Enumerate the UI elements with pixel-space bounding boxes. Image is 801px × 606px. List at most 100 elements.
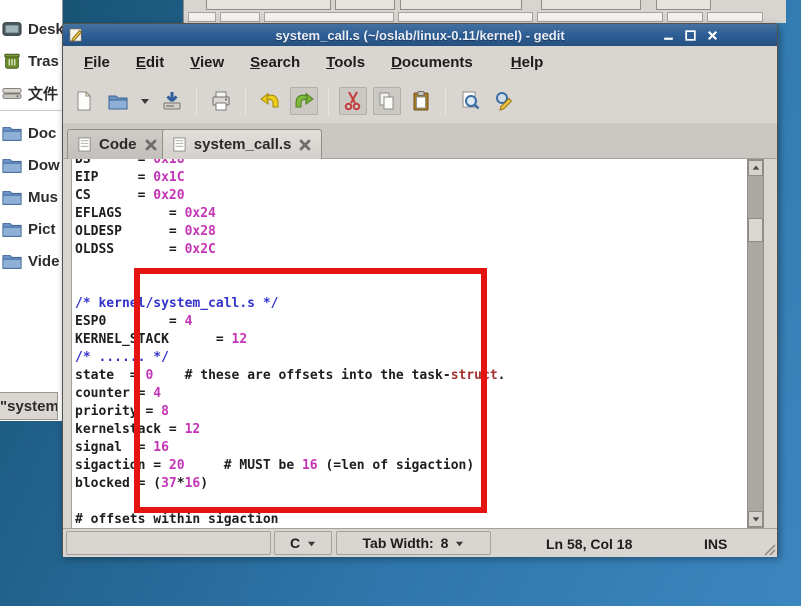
background-window-field <box>188 12 216 22</box>
undo-icon <box>259 90 281 112</box>
undo-button[interactable] <box>256 87 284 115</box>
sidebar-item-vide[interactable]: Vide <box>2 248 59 274</box>
code-line: signal = 16 <box>75 439 506 457</box>
sidebar-item-label: Doc <box>28 125 56 142</box>
scrollbar-thumb[interactable] <box>748 218 763 242</box>
copy-button[interactable] <box>373 87 401 115</box>
code-area: DS = 0x18EIP = 0x1CCS = 0x20EFLAGS = 0x2… <box>75 159 506 528</box>
find-icon <box>459 90 481 112</box>
code-line: /* ...... */ <box>75 349 506 367</box>
code-line <box>75 277 506 295</box>
menu-item-view[interactable]: View <box>177 52 237 73</box>
tab-width-selector[interactable]: Tab Width: 8 <box>336 531 491 555</box>
paste-button[interactable] <box>407 87 435 115</box>
background-window-button[interactable] <box>541 0 641 10</box>
open-folder-button[interactable] <box>104 87 132 115</box>
sidebar-item-文件[interactable]: 文件 <box>2 80 58 106</box>
maximize-button[interactable] <box>684 29 697 42</box>
tab-close-icon[interactable] <box>144 138 158 152</box>
code-line: blocked = (37*16) <box>75 475 506 493</box>
sidebar-item-doc[interactable]: Doc <box>2 120 56 146</box>
tab-close-icon[interactable] <box>298 138 312 152</box>
sidebar-item-dow[interactable]: Dow <box>2 152 60 178</box>
sidebar-item-label: Pict <box>28 221 56 238</box>
sidebar-item-pict[interactable]: Pict <box>2 216 56 242</box>
scroll-down-button[interactable] <box>748 511 763 527</box>
language-selector[interactable]: C <box>274 531 332 555</box>
sidebar-item-label: Vide <box>28 253 59 270</box>
menu-item-file[interactable]: File <box>71 52 123 73</box>
background-window-button[interactable] <box>400 0 522 10</box>
background-window-button[interactable] <box>206 0 331 10</box>
minimize-icon <box>662 29 675 42</box>
sidebar-separator <box>0 110 63 111</box>
sidebar-item-desk[interactable]: Desk <box>2 16 63 42</box>
sidebar-item-mus[interactable]: Mus <box>2 184 58 210</box>
code-line: sigaction = 20 # MUST be 16 (=len of sig… <box>75 457 506 475</box>
menu-item-search[interactable]: Search <box>237 52 313 73</box>
close-window-button[interactable] <box>706 29 719 42</box>
redo-button[interactable] <box>290 87 318 115</box>
text-editor[interactable]: DS = 0x18EIP = 0x1CCS = 0x20EFLAGS = 0x2… <box>71 159 747 528</box>
redo-icon <box>293 90 315 112</box>
toolbar-separator <box>245 88 246 115</box>
sidebar-item-label: Desk <box>28 21 63 38</box>
file-manager-status-text: "system <box>0 398 58 415</box>
find-replace-button[interactable] <box>490 87 518 115</box>
sidebar-item-label: 文件 <box>28 83 58 104</box>
tab-system-call-s[interactable]: system_call.s <box>162 129 323 159</box>
save-icon <box>161 90 183 112</box>
vertical-scrollbar[interactable] <box>747 159 764 528</box>
file-manager-window: Desk Tras 文件 Doc Dow Mus Pict Vide "system <box>0 0 63 421</box>
background-window <box>183 0 786 23</box>
menu-item-edit[interactable]: Edit <box>123 52 177 73</box>
code-line: OLDSS = 0x2C <box>75 241 506 259</box>
code-line: state = 0 # these are offsets into the t… <box>75 367 506 385</box>
code-line: /* kernel/system_call.s */ <box>75 295 506 313</box>
tab-code[interactable]: Code <box>67 129 168 159</box>
menu-item-documents[interactable]: Documents <box>378 52 486 73</box>
background-window-field <box>220 12 260 22</box>
status-bar: C Tab Width: 8 Ln 58, Col 18 INS <box>63 528 777 557</box>
background-window-field <box>667 12 703 22</box>
background-window-field <box>707 12 763 22</box>
open-dropdown-arrow-button[interactable] <box>138 87 152 115</box>
folder-icon <box>2 155 22 175</box>
tab-width-label: Tab Width: <box>363 535 434 551</box>
background-window-button[interactable] <box>335 0 395 10</box>
find-replace-icon <box>493 90 515 112</box>
open-folder-icon <box>107 90 129 112</box>
background-window-field <box>537 12 663 22</box>
code-line <box>75 493 506 511</box>
resize-grip-icon[interactable] <box>762 542 776 556</box>
new-document-button[interactable] <box>70 87 98 115</box>
arrow-down-icon <box>751 514 761 524</box>
menu-item-help[interactable]: Help <box>498 52 557 73</box>
code-line: kernelstack = 12 <box>75 421 506 439</box>
menu-item-tools[interactable]: Tools <box>313 52 378 73</box>
save-button[interactable] <box>158 87 186 115</box>
background-window-button[interactable] <box>656 0 711 10</box>
cut-button[interactable] <box>339 87 367 115</box>
tab-width-value: 8 <box>441 535 449 551</box>
trash-icon <box>2 51 22 71</box>
find-button[interactable] <box>456 87 484 115</box>
folder-icon <box>2 219 22 239</box>
tab-label: system_call.s <box>194 136 292 153</box>
cut-icon <box>342 90 364 112</box>
sidebar-item-tras[interactable]: Tras <box>2 48 59 74</box>
folder-icon <box>2 123 22 143</box>
document-icon <box>172 137 187 152</box>
print-button[interactable] <box>207 87 235 115</box>
sidebar-item-label: Tras <box>28 53 59 70</box>
background-window-field <box>264 12 394 22</box>
dropdown-arrow-icon <box>455 539 464 548</box>
tab-label: Code <box>99 136 137 153</box>
status-message-area <box>66 531 271 555</box>
minimize-button[interactable] <box>662 29 675 42</box>
code-line: counter = 4 <box>75 385 506 403</box>
scroll-up-button[interactable] <box>748 160 763 176</box>
desktop: Desk Tras 文件 Doc Dow Mus Pict Vide "system syst… <box>0 0 801 606</box>
input-mode-indicator: INS <box>704 529 727 558</box>
sidebar-item-label: Dow <box>28 157 60 174</box>
